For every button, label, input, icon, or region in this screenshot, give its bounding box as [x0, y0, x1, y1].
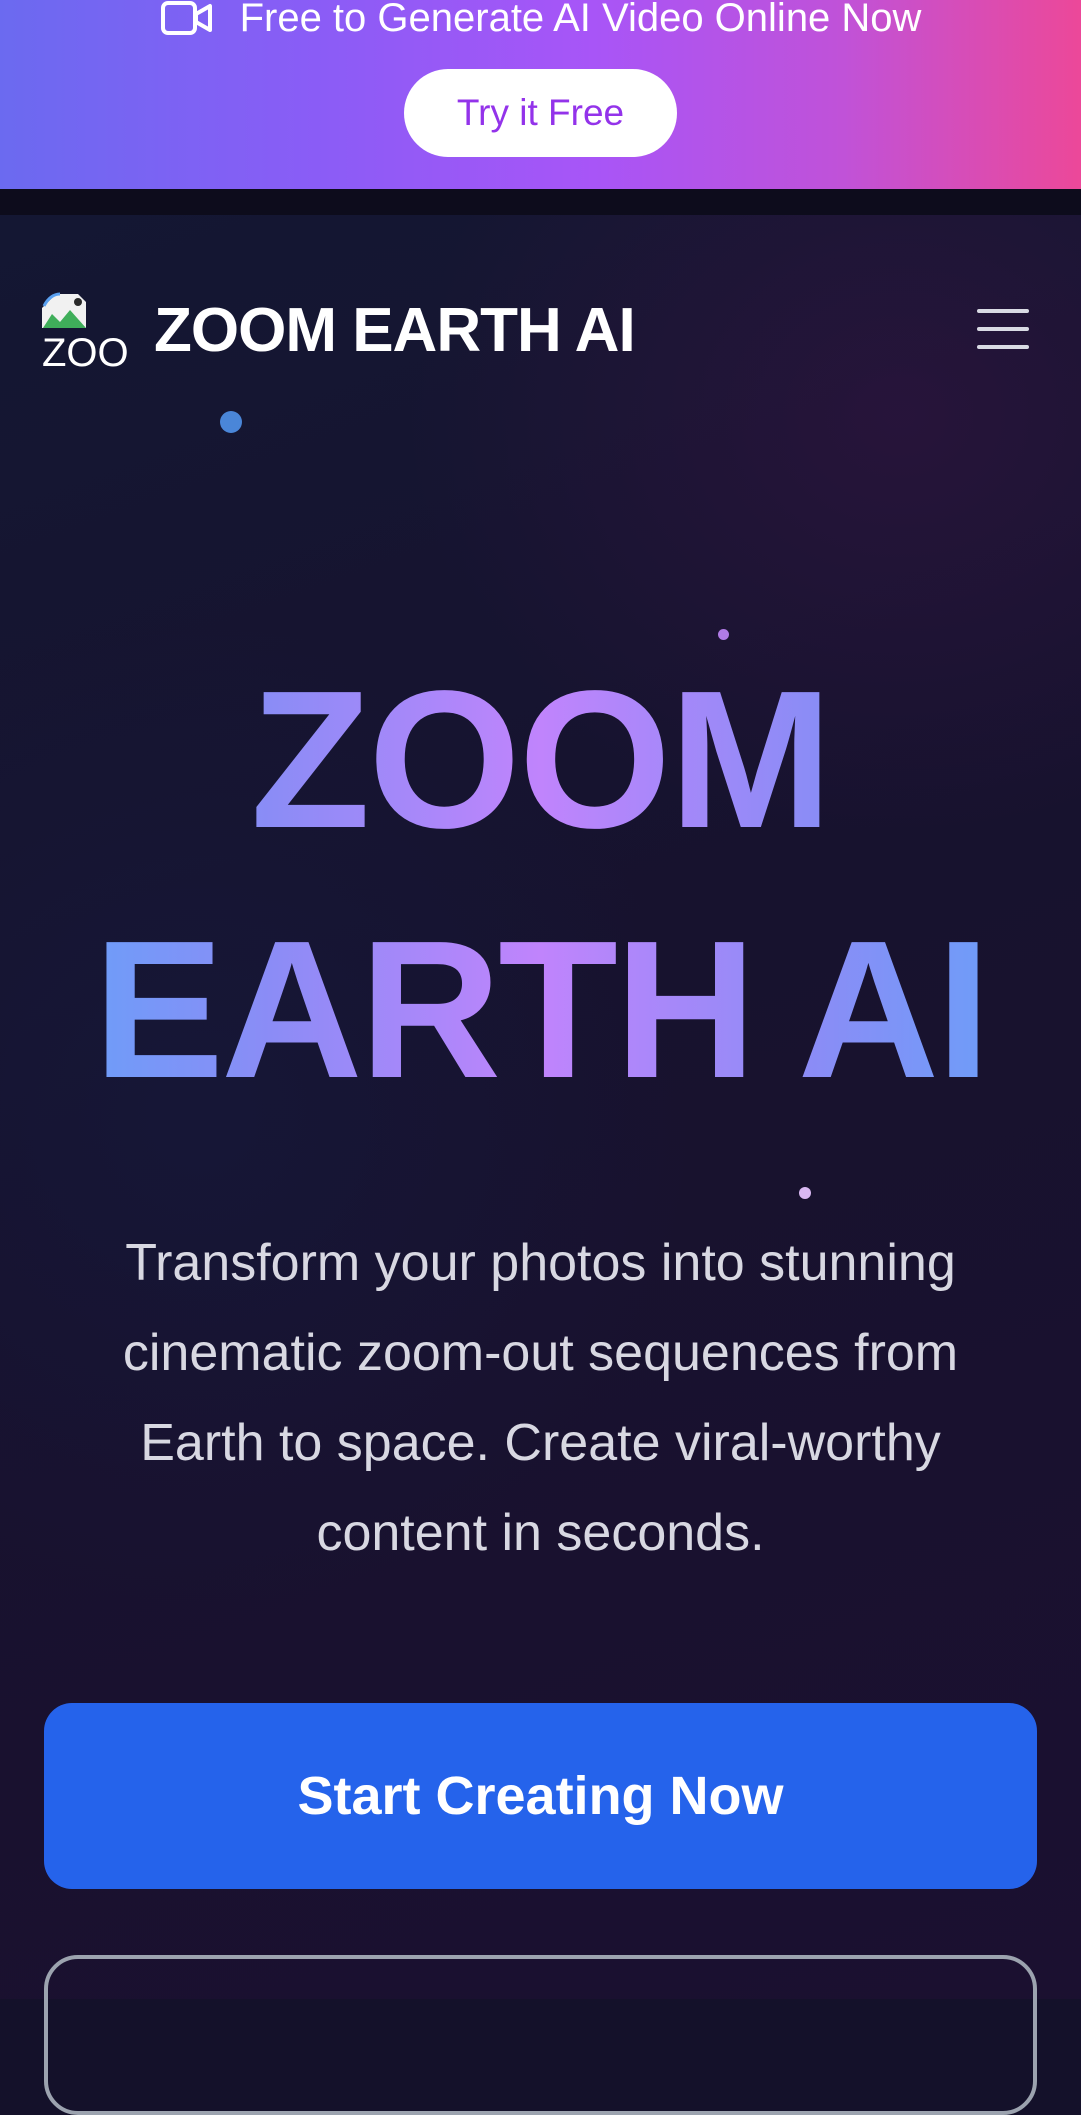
secondary-button[interactable]	[44, 1955, 1037, 2115]
start-creating-button[interactable]: Start Creating Now	[44, 1703, 1037, 1889]
particle-dot	[799, 1187, 811, 1199]
logo-alt-text: ZOOM EARTH AI	[42, 331, 128, 370]
promo-text: Free to Generate AI Video Online Now	[239, 0, 922, 40]
particle-dot	[220, 411, 242, 433]
menu-bar	[977, 327, 1029, 331]
promo-line: Free to Generate AI Video Online Now	[0, 0, 1081, 50]
hero-title-line-2: EARTH AI	[0, 912, 1081, 1108]
banner-divider	[0, 189, 1081, 215]
video-camera-icon	[160, 1, 212, 35]
hero-subtitle: Transform your photos into stunning cine…	[122, 1234, 959, 1562]
brand-name[interactable]: ZOOM EARTH AI	[154, 295, 636, 367]
menu-bar	[977, 345, 1029, 349]
logo[interactable]: ZOOM EARTH AI	[42, 288, 128, 370]
try-it-free-button[interactable]: Try it Free	[404, 69, 677, 157]
particle-dot	[718, 629, 729, 640]
hero-title-line-1: ZOOM	[0, 662, 1081, 858]
promo-banner: Free to Generate AI Video Online Now Try…	[0, 0, 1081, 189]
hamburger-menu-icon[interactable]	[975, 306, 1031, 352]
broken-image-icon: ZOOM EARTH AI	[42, 292, 128, 370]
menu-bar	[977, 309, 1029, 313]
